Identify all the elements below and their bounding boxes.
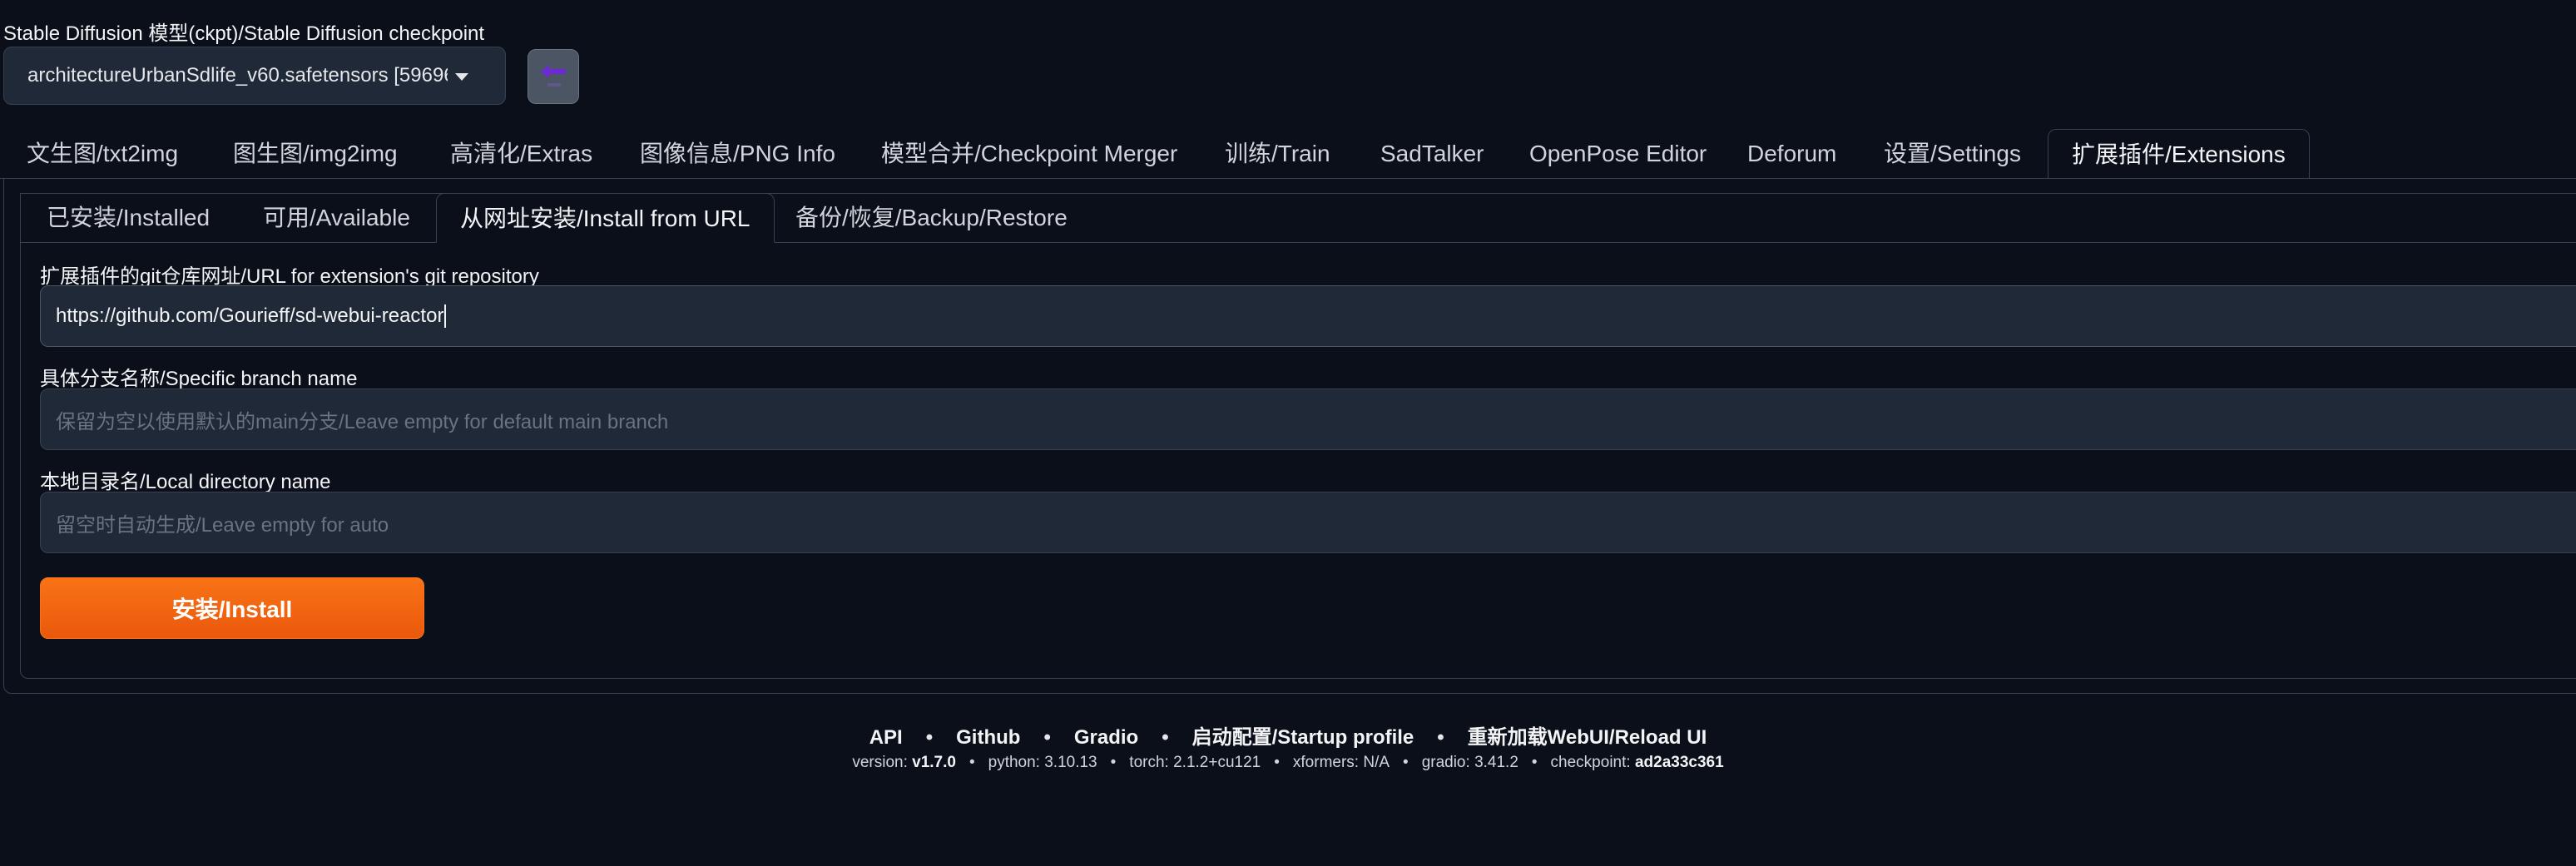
- footer-link-github[interactable]: Github: [956, 726, 1020, 749]
- tab-img2img[interactable]: 图生图/img2img: [233, 129, 398, 179]
- text-cursor: [444, 304, 447, 328]
- checkpoint-label: Stable Diffusion 模型(ckpt)/Stable Diffusi…: [3, 22, 485, 45]
- branch-input-placeholder: 保留为空以使用默认的main分支/Leave empty for default…: [56, 410, 669, 433]
- install-button[interactable]: 安装/Install: [40, 577, 424, 639]
- tab-train[interactable]: 训练/Train: [1225, 129, 1330, 179]
- version-separator: •: [1274, 754, 1280, 771]
- refresh-icon: [541, 65, 566, 87]
- checkpoint-hash-value: ad2a33c361: [1634, 754, 1724, 771]
- footer-link-api[interactable]: API: [869, 726, 903, 749]
- footer-separator: •: [1162, 726, 1169, 749]
- torch-value: 2.1.2+cu121: [1173, 754, 1261, 771]
- url-field-label: 扩展插件的git仓库网址/URL for extension's git rep…: [40, 265, 539, 288]
- version-separator: •: [968, 754, 975, 771]
- directory-input-placeholder: 留空时自动生成/Leave empty for auto: [56, 513, 389, 537]
- tab-checkpoint-merger[interactable]: 模型合并/Checkpoint Merger: [881, 129, 1177, 179]
- directory-field-label: 本地目录名/Local directory name: [40, 471, 331, 493]
- footer-links: API • Github • Gradio • 启动配置/Startup profile • 重…: [0, 720, 2576, 750]
- footer-link-gradio[interactable]: Gradio: [1074, 726, 1138, 749]
- footer-separator: •: [1437, 726, 1444, 749]
- tab-sadtalker[interactable]: SadTalker: [1380, 129, 1484, 179]
- python-value: 3.10.13: [1044, 754, 1097, 771]
- tab-extras[interactable]: 高清化/Extras: [450, 129, 592, 179]
- tab-install-from-url[interactable]: 从网址安装/Install from URL: [436, 193, 775, 243]
- branch-input[interactable]: 保留为空以使用默认的main分支/Leave empty for default…: [40, 388, 2576, 450]
- tab-deforum[interactable]: Deforum: [1747, 129, 1836, 179]
- footer-link-reload-ui[interactable]: 重新加载WebUI/Reload UI: [1468, 726, 1707, 749]
- checkpoint-dropdown[interactable]: architectureUrbanSdlife_v60.safetensors …: [3, 47, 506, 105]
- checkpoint-hash-label: checkpoint:: [1550, 754, 1635, 771]
- version-separator: •: [1110, 754, 1117, 771]
- tab-png-info[interactable]: 图像信息/PNG Info: [640, 129, 835, 179]
- version-value: v1.7.0: [912, 754, 956, 771]
- refresh-checkpoint-button[interactable]: [528, 49, 579, 104]
- python-label: python:: [988, 754, 1045, 771]
- version-separator: •: [1531, 754, 1538, 771]
- gradio-value: 3.41.2: [1474, 754, 1518, 771]
- tab-settings[interactable]: 设置/Settings: [1884, 129, 2021, 179]
- tab-extensions[interactable]: 扩展插件/Extensions: [2048, 129, 2310, 179]
- footer-separator: •: [1043, 726, 1051, 749]
- directory-input[interactable]: 留空时自动生成/Leave empty for auto: [40, 492, 2576, 553]
- url-input-value: https://github.com/Gourieff/sd-webui-rea…: [56, 304, 444, 327]
- torch-label: torch:: [1129, 754, 1174, 771]
- footer-separator: •: [925, 726, 934, 749]
- checkpoint-selected-value: architectureUrbanSdlife_v60.safetensors …: [27, 64, 448, 87]
- tab-txt2img[interactable]: 文生图/txt2img: [27, 129, 178, 179]
- xformers-label: xformers:: [1292, 754, 1364, 771]
- extensions-sub-tab-bar: 已安装/Installed 可用/Available 从网址安装/Install…: [20, 193, 2576, 243]
- tab-installed[interactable]: 已安装/Installed: [47, 193, 210, 243]
- version-separator: •: [1403, 754, 1409, 771]
- url-input[interactable]: https://github.com/Gourieff/sd-webui-rea…: [40, 285, 2576, 347]
- branch-field-label: 具体分支名称/Specific branch name: [40, 368, 358, 390]
- chevron-down-icon: [455, 73, 468, 81]
- tab-openpose-editor[interactable]: OpenPose Editor: [1529, 129, 1707, 179]
- footer-link-startup-profile[interactable]: 启动配置/Startup profile: [1192, 726, 1414, 749]
- gradio-label: gradio:: [1421, 754, 1475, 771]
- version-info: version: v1.7.0 • python: 3.10.13 • torch: 2…: [0, 754, 2576, 772]
- tab-available[interactable]: 可用/Available: [263, 193, 410, 243]
- tab-backup-restore[interactable]: 备份/恢复/Backup/Restore: [795, 193, 1068, 243]
- main-tab-bar: 文生图/txt2img 图生图/img2img 高清化/Extras 图像信息/…: [0, 129, 2576, 179]
- version-label: version:: [852, 754, 913, 771]
- xformers-value: N/A: [1363, 754, 1390, 771]
